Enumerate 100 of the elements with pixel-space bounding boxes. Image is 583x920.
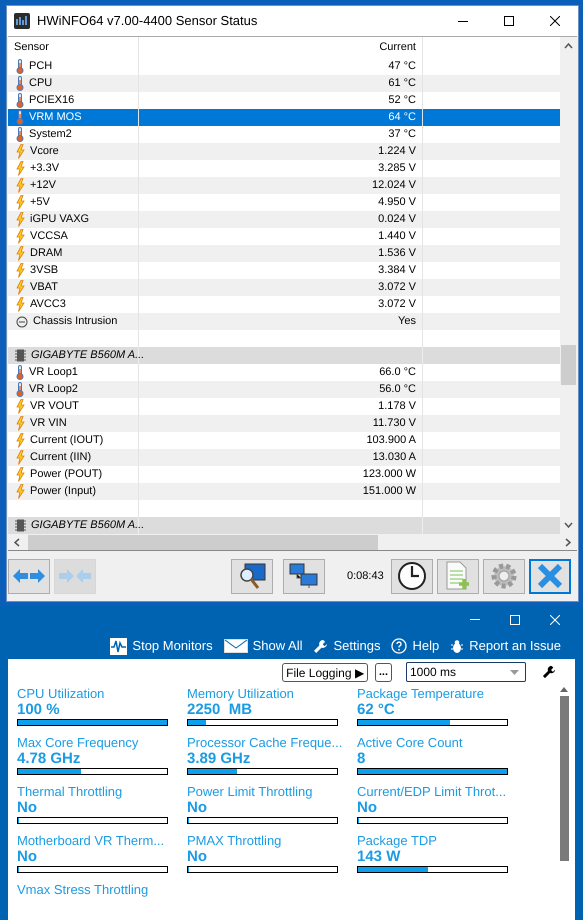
- sensor-value: 3.072 V: [378, 297, 416, 312]
- sensor-name: iGPU VAXG: [30, 212, 90, 228]
- lightning-icon: [16, 229, 25, 244]
- scroll-thumb[interactable]: [28, 534, 378, 550]
- chip-icon: [15, 519, 26, 532]
- horizontal-scrollbar[interactable]: [8, 534, 577, 551]
- expand-button[interactable]: [8, 558, 50, 594]
- thermometer-icon: [16, 365, 24, 380]
- sensor-value: 37 °C: [388, 127, 416, 142]
- sensor-value: 1.224 V: [378, 144, 416, 160]
- lightning-icon: [16, 416, 25, 431]
- sensor-value: 103.900 A: [366, 433, 416, 448]
- interval-dropdown[interactable]: 1000 ms: [406, 662, 526, 682]
- metric-value: 8: [357, 750, 366, 768]
- waveform-icon: [110, 638, 128, 654]
- sensor-value: 0.024 V: [378, 212, 416, 228]
- metric-label: Motherboard VR Therm...: [17, 833, 164, 848]
- thermometer-icon: [16, 110, 24, 125]
- sensor-name: CPU: [29, 76, 52, 92]
- chip-icon: [15, 349, 26, 362]
- settings-button[interactable]: [482, 558, 525, 594]
- sensor-value: 12.024 V: [372, 178, 416, 194]
- wrench-icon: [313, 638, 328, 654]
- sensor-name: VR VOUT: [30, 399, 79, 414]
- sensor-value: Yes: [398, 314, 416, 330]
- sensor-row[interactable]: +12V 12.024 V: [8, 177, 560, 194]
- vertical-scrollbar[interactable]: [560, 37, 577, 534]
- metric-value: 2250 MB: [187, 701, 252, 719]
- sensor-row[interactable]: DRAM 1.536 V: [8, 245, 560, 262]
- metric-value: No: [17, 848, 37, 866]
- sensor-value: 3.384 V: [378, 263, 416, 278]
- sensor-row[interactable]: VR Loop2 56.0 °C: [8, 381, 560, 398]
- bug-icon: [450, 638, 464, 654]
- sensor-row[interactable]: VR VIN 11.730 V: [8, 415, 560, 432]
- lightning-icon: [16, 195, 25, 210]
- sensor-name: VCCSA: [30, 229, 68, 244]
- group-row[interactable]: GIGABYTE B560M A...: [8, 517, 560, 534]
- sensor-row[interactable]: CPU 61 °C: [8, 75, 560, 92]
- maximize-icon: [510, 614, 520, 624]
- sensor-value: 13.030 A: [372, 450, 416, 466]
- metric-value: No: [17, 799, 37, 817]
- menu-button[interactable]: Report an Issue: [450, 636, 561, 656]
- sensor-name: +12V: [30, 178, 56, 194]
- scroll-right-icon: [565, 538, 571, 546]
- sensor-name: AVCC3: [30, 297, 66, 312]
- sensor-value: 1.440 V: [378, 229, 416, 244]
- minimize-icon: [458, 20, 468, 22]
- sensor-value: 1.536 V: [378, 246, 416, 262]
- menu-button[interactable]: Settings: [313, 636, 380, 656]
- close-icon: [550, 16, 560, 26]
- sensor-name: VRM MOS: [29, 110, 82, 126]
- sensor-name: Vcore: [30, 144, 59, 160]
- scroll-left-icon: [14, 538, 20, 546]
- sensor-value: 47 °C: [388, 59, 416, 74]
- sensor-row[interactable]: Chassis Intrusion Yes: [8, 313, 560, 330]
- sensor-value: 123.000 W: [362, 467, 416, 482]
- close-sensors-button[interactable]: [528, 558, 571, 594]
- scroll-thumb[interactable]: [561, 345, 576, 385]
- metric-label: Memory Utilization: [187, 686, 294, 701]
- menu-button[interactable]: Show All: [224, 636, 302, 656]
- sensor-search-button[interactable]: [231, 558, 273, 594]
- lightning-icon: [16, 433, 25, 448]
- sensor-row[interactable]: iGPU VAXG 0.024 V: [8, 211, 560, 228]
- sensor-row[interactable]: Power (Input) 151.000 W: [8, 483, 560, 500]
- metric-value: 3.89 GHz: [187, 750, 250, 768]
- metric-label: Active Core Count: [357, 735, 462, 750]
- metric-label: Processor Cache Freque...: [187, 735, 342, 750]
- group-row[interactable]: GIGABYTE B560M A...: [8, 347, 560, 364]
- thermometer-icon: [16, 59, 24, 74]
- sensor-name: Power (Input): [30, 484, 96, 500]
- sensor-value: 4.950 V: [378, 195, 416, 210]
- sensor-name: 3VSB: [30, 263, 58, 278]
- metric-label: Power Limit Throttling: [187, 784, 312, 799]
- file-logging-button[interactable]: File Logging ▶: [282, 662, 368, 682]
- menu-button[interactable]: Stop Monitors: [110, 636, 213, 656]
- sensor-row[interactable]: Current (IIN) 13.030 A: [8, 449, 560, 466]
- network-button[interactable]: [283, 558, 325, 594]
- menu-button[interactable]: Help: [391, 636, 440, 656]
- arrows-apart-icon: [12, 568, 46, 584]
- more-button[interactable]: ...: [374, 662, 392, 682]
- lightning-icon: [16, 450, 25, 465]
- sensor-name: VR Loop2: [29, 382, 78, 398]
- scroll-thumb[interactable]: [560, 696, 568, 861]
- metric-label: Max Core Frequency: [17, 735, 138, 750]
- sensor-row[interactable]: VRM MOS 64 °C: [8, 109, 560, 126]
- app-icon: [14, 13, 30, 29]
- sensor-value: 66.0 °C: [379, 365, 416, 380]
- settings-icon: [488, 561, 519, 591]
- sensor-name: Current (IIN): [30, 450, 92, 466]
- sensor-row[interactable]: Vcore 1.224 V: [8, 143, 560, 160]
- elapsed-time: 0:08:43: [347, 568, 384, 584]
- sensor-row[interactable]: VBAT 3.072 V: [8, 279, 560, 296]
- metric-value: 62 °C: [357, 701, 395, 719]
- sensor-value: 11.730 V: [372, 416, 416, 432]
- lightning-icon: [16, 467, 25, 482]
- group-name: GIGABYTE B560M A...: [31, 348, 144, 364]
- sensor-name: System2: [29, 127, 72, 142]
- group-name: GIGABYTE B560M A...: [31, 518, 144, 534]
- metric-value: No: [357, 799, 377, 817]
- clock-button[interactable]: [390, 558, 433, 594]
